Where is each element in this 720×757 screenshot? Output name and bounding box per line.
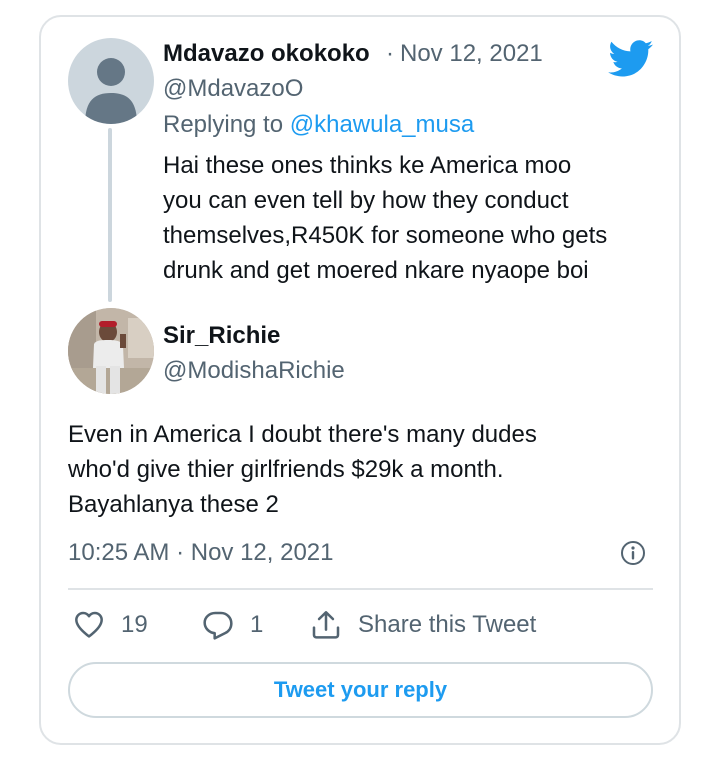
main-display-name[interactable]: Sir_Richie <box>163 322 280 350</box>
parent-date[interactable]: Nov 12, 2021 <box>400 40 543 68</box>
parent-tweet-text: Hai these ones thinks ke America moo you… <box>163 148 607 288</box>
main-text-line: who'd give thier girlfriends $29k a mont… <box>68 456 504 483</box>
parent-text-line: drunk and get moered nkare nyaope boi <box>163 257 589 284</box>
reply-action[interactable]: 1 <box>202 605 263 645</box>
main-tweet-text: Even in America I doubt there's many dud… <box>68 417 537 522</box>
user-silhouette-icon <box>85 58 137 124</box>
thread-connector-line <box>108 128 112 302</box>
twitter-bird-icon[interactable] <box>608 40 654 78</box>
main-handle[interactable]: @ModishaRichie <box>163 357 345 385</box>
like-action[interactable]: 19 <box>73 605 148 645</box>
profile-photo-avatar[interactable] <box>68 308 154 394</box>
main-text-line: Bayahlanya these 2 <box>68 491 279 518</box>
parent-display-name[interactable]: Mdavazo okokoko <box>163 40 370 68</box>
like-count: 19 <box>121 611 148 638</box>
default-avatar[interactable] <box>68 38 154 124</box>
tweet-timestamp[interactable]: 10:25 AM · Nov 12, 2021 <box>68 539 334 567</box>
main-text-line: Even in America I doubt there's many dud… <box>68 421 537 448</box>
reply-bubble-icon <box>203 611 233 640</box>
parent-separator: · <box>386 40 394 67</box>
parent-text-line: themselves,R450K for someone who gets <box>163 222 608 249</box>
tweet-your-reply-button[interactable]: Tweet your reply <box>68 662 653 718</box>
parent-text-line: Hai these ones thinks ke America moo <box>163 152 572 179</box>
replying-to-line: Replying to @khawula_musa <box>163 111 474 139</box>
heart-icon <box>75 611 103 638</box>
parent-text-line: you can even tell by how they conduct <box>163 187 569 214</box>
person-photo-image <box>68 308 154 394</box>
info-icon[interactable] <box>620 540 646 566</box>
share-label: Share this Tweet <box>358 611 537 638</box>
parent-handle[interactable]: @MdavazoO <box>163 75 303 103</box>
replying-to-handle[interactable]: @khawula_musa <box>290 111 474 138</box>
replying-to-prefix: Replying to <box>163 111 290 138</box>
share-icon <box>312 611 340 639</box>
divider <box>68 588 653 590</box>
reply-count: 1 <box>250 611 264 638</box>
share-action[interactable]: Share this Tweet <box>310 605 536 645</box>
